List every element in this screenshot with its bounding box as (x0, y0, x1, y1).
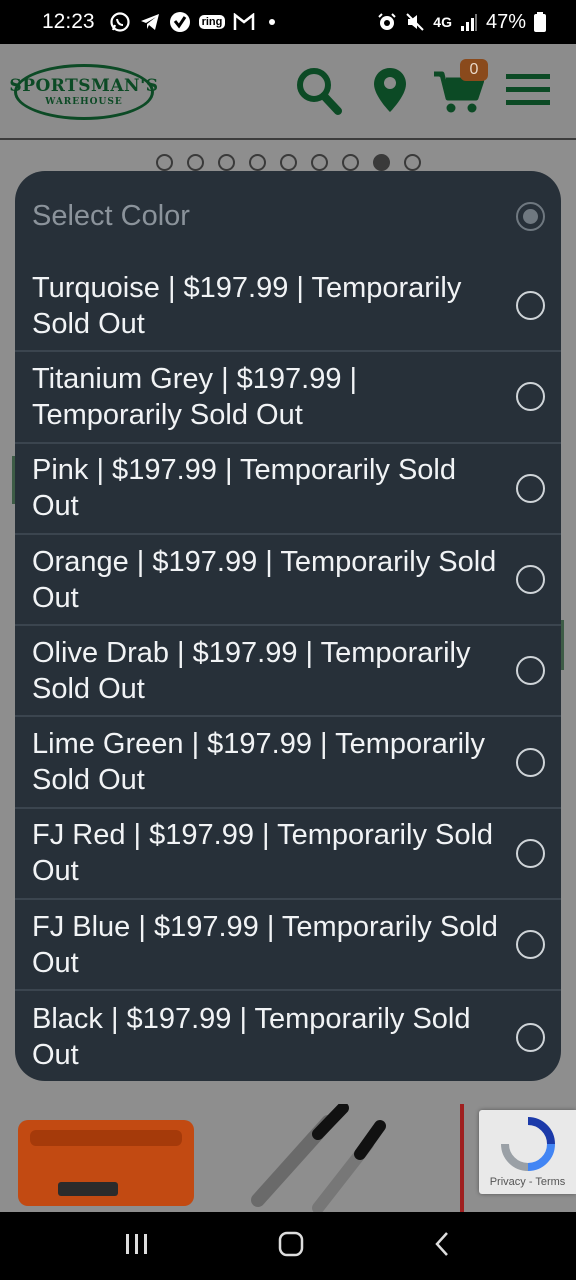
radio-icon[interactable] (516, 382, 545, 412)
radio-selected-icon (516, 201, 545, 231)
color-option-fj-blue[interactable]: FJ Blue | $197.99 | Temporarily Sold Out (15, 900, 561, 992)
color-option-orange[interactable]: Orange | $197.99 | Temporarily Sold Out (15, 535, 561, 627)
verified-icon (169, 11, 191, 33)
carousel-dot[interactable] (311, 154, 328, 171)
color-option-pink[interactable]: Pink | $197.99 | Temporarily Sold Out (15, 444, 561, 535)
cart-count-badge: 0 (460, 59, 488, 81)
sportsmans-logo[interactable]: SPORTSMAN'S WAREHOUSE (9, 64, 158, 120)
radio-icon[interactable] (516, 473, 545, 503)
option-label: Pink | $197.99 | Temporarily Sold Out (32, 454, 456, 523)
status-bar: 12:23 ring 4G 47% (0, 0, 576, 44)
site-header: SPORTSMAN'S WAREHOUSE 0 (0, 44, 576, 140)
dialog-title: Select Color (32, 199, 190, 232)
radio-icon[interactable] (516, 930, 545, 960)
radio-icon[interactable] (516, 1022, 545, 1052)
hard-case-product-image[interactable] (18, 1120, 194, 1206)
location-pin-icon[interactable] (372, 66, 408, 121)
battery-icon (534, 12, 546, 32)
home-icon[interactable] (278, 1231, 304, 1262)
system-navigation-bar (0, 1212, 576, 1280)
carousel-dot[interactable] (249, 154, 266, 171)
carousel-dot[interactable] (156, 154, 173, 171)
ring-icon: ring (198, 15, 226, 29)
hamburger-menu-icon[interactable] (506, 74, 550, 111)
search-icon[interactable] (296, 66, 342, 121)
status-time: 12:23 (42, 10, 95, 33)
telegram-icon (139, 11, 161, 33)
radio-icon[interactable] (516, 565, 545, 595)
color-option-lime-green[interactable]: Lime Green | $197.99 | Temporarily Sold … (15, 717, 561, 809)
option-label: FJ Red | $197.99 | Temporarily Sold Out (32, 819, 494, 888)
option-label: Orange | $197.99 | Temporarily Sold Out (32, 545, 497, 614)
radio-icon[interactable] (516, 656, 545, 686)
recaptcha-badge[interactable]: Privacy - Terms (479, 1110, 576, 1194)
recaptcha-links[interactable]: Privacy - Terms (490, 1176, 566, 1188)
carousel-dots (156, 154, 421, 171)
color-option-fj-red[interactable]: FJ Red | $197.99 | Temporarily Sold Out (15, 809, 561, 901)
color-option-titanium-grey[interactable]: Titanium Grey | $197.99 | Temporarily So… (15, 352, 561, 444)
radio-icon[interactable] (516, 291, 545, 321)
recaptcha-icon (500, 1117, 555, 1176)
carousel-dot[interactable] (280, 154, 297, 171)
network-label: 4G (433, 14, 452, 30)
recent-apps-icon[interactable] (124, 1232, 150, 1261)
notification-dot-icon (269, 19, 276, 25)
radio-icon[interactable] (516, 838, 545, 868)
carousel-dot[interactable] (404, 154, 421, 171)
color-option-turquoise[interactable]: Turquoise | $197.99 | Temporarily Sold O… (15, 261, 561, 353)
option-label: Turquoise | $197.99 | Temporarily Sold O… (32, 271, 462, 340)
select-color-header-option: Select Color (15, 171, 561, 261)
back-icon[interactable] (432, 1231, 452, 1262)
mute-icon (405, 12, 425, 32)
option-label: Olive Drab | $197.99 | Temporarily Sold … (32, 636, 471, 705)
option-label: Lime Green | $197.99 | Temporarily Sold … (32, 728, 485, 797)
carousel-dot-active[interactable] (373, 154, 390, 171)
radio-icon[interactable] (516, 747, 545, 777)
battery-percent: 47% (485, 10, 526, 33)
option-label: FJ Blue | $197.99 | Temporarily Sold Out (32, 910, 498, 979)
color-option-olive-drab[interactable]: Olive Drab | $197.99 | Temporarily Sold … (15, 626, 561, 718)
whatsapp-icon (109, 11, 131, 33)
option-label: Black | $197.99 | Temporarily Sold Out (32, 1003, 471, 1072)
select-color-dialog: Select Color Turquoise | $197.99 | Tempo… (15, 171, 561, 1081)
grill-tongs-product-image[interactable] (248, 1102, 388, 1214)
carousel-dot[interactable] (218, 154, 235, 171)
carousel-dot[interactable] (342, 154, 359, 171)
color-option-black[interactable]: Black | $197.99 | Temporarily Sold Out (15, 991, 561, 1081)
option-label: Titanium Grey | $197.99 | Temporarily So… (32, 362, 358, 431)
gmail-icon (233, 13, 255, 31)
signal-icon (460, 13, 478, 31)
alarm-icon (377, 12, 397, 32)
carousel-dot[interactable] (187, 154, 204, 171)
